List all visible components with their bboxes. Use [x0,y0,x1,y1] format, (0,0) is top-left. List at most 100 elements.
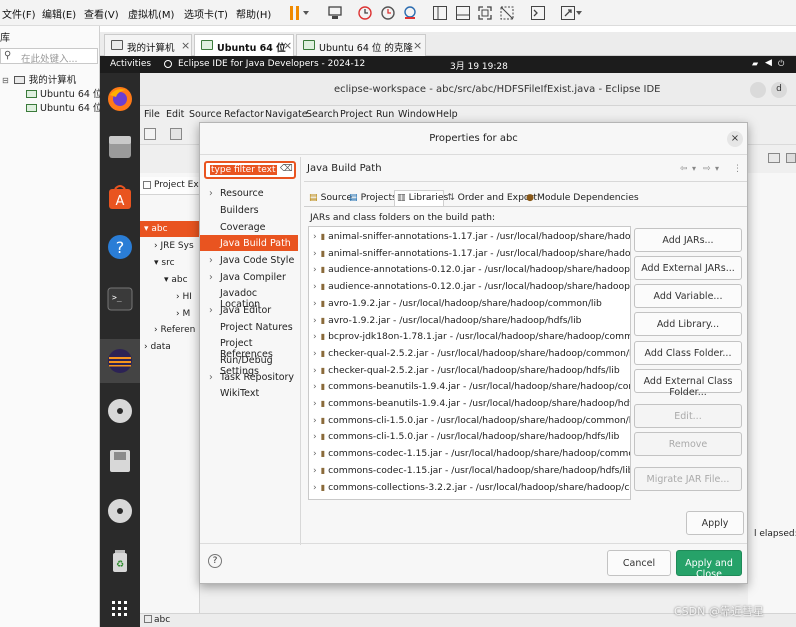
jre-node[interactable]: › JRE Sys [154,241,194,251]
sidebar-toggle-icon[interactable] [432,5,448,21]
clear-filter-icon[interactable]: ⌫ [280,164,293,174]
tab-my-computer[interactable]: 我的计算机 × [104,34,192,56]
menu-help[interactable]: 帮助(H) [236,6,271,21]
expand-icon[interactable]: › [313,248,317,259]
volume-icon[interactable]: ◀ [765,58,772,68]
menu-tabs[interactable]: 选项卡(T) [184,6,228,21]
menu-window[interactable]: Window [398,109,435,120]
jar-row[interactable]: › ▮ audience-annotations-0.12.0.jar - /usr… [313,264,630,281]
files-icon[interactable] [106,133,134,161]
back-icon[interactable]: ⇦ [680,164,688,174]
expand-icon[interactable]: › [313,348,317,359]
trash-icon[interactable]: ♻ [106,547,134,575]
jar-row[interactable]: › ▮ commons-codec-1.15.jar - /usr/local/ha… [313,465,630,482]
expand-icon[interactable]: › [313,381,317,392]
menu-edit[interactable]: 编辑(E) [42,6,76,21]
tab-order-export[interactable]: ⇅ Order and Export [447,192,537,203]
menu-project[interactable]: Project [340,109,373,120]
migrate-jar-button[interactable]: Migrate JAR File... [634,467,742,491]
revert-snapshot-icon[interactable] [380,5,396,21]
terminal-icon[interactable]: >_ [106,285,134,313]
snapshot-icon[interactable] [357,5,373,21]
tree-item-vm[interactable]: Ubuntu 64 位 [26,86,102,100]
menu-file[interactable]: File [144,109,160,120]
expand-icon[interactable]: › [313,365,317,376]
package-node[interactable]: ▾ abc [164,275,188,285]
send-keys-icon[interactable] [327,5,343,21]
menu-run[interactable]: Run [376,109,394,120]
menu-edit[interactable]: Edit [166,109,184,120]
expand-icon[interactable]: › [313,315,317,326]
file-node[interactable]: › M [176,309,190,319]
expand-icon[interactable]: › [313,298,317,309]
pause-icon[interactable] [287,5,303,21]
save-icon[interactable] [170,128,182,140]
forward-icon[interactable]: ⇨ [703,164,711,174]
activities-button[interactable]: Activities [110,59,151,69]
library-search[interactable]: ⚲ 在此处键入... [0,48,98,65]
minimize-button[interactable] [750,82,766,98]
expand-icon[interactable]: › [313,465,317,476]
jar-row[interactable]: › ▮ audience-annotations-0.12.0.jar - /usr… [313,281,630,298]
expand-icon[interactable]: › [313,231,317,242]
expand-icon[interactable]: › [313,331,317,342]
console-icon[interactable] [530,5,546,21]
forward-menu-icon[interactable]: ▾ [715,164,719,173]
nav-item-coverage[interactable]: Coverage [220,222,266,233]
add-library-button[interactable]: Add Library... [634,312,742,336]
apply-and-close-button[interactable]: Apply and Close [676,550,742,580]
nav-item-builders[interactable]: Builders [220,205,259,216]
expand-icon[interactable]: › [313,398,317,409]
jar-row[interactable]: › ▮ avro-1.9.2.jar - /usr/local/hadoop/sha… [313,315,582,332]
filter-input[interactable]: type filter text ⌫ [204,161,296,179]
tab-source[interactable]: ▤ Source [309,192,352,203]
jar-row[interactable]: › ▮ animal-sniffer-annotations-1.17.jar - … [313,231,630,248]
jar-row[interactable]: › ▮ checker-qual-2.5.2.jar - /usr/local/ha… [313,348,630,365]
add-external-jars-button[interactable]: Add External JARs... [634,256,742,280]
fullscreen-icon[interactable] [477,5,493,21]
app-grid-icon[interactable] [106,595,134,623]
jar-row[interactable]: › ▮ commons-beanutils-1.9.4.jar - /usr/loc… [313,398,630,415]
jar-row[interactable]: › ▮ animal-sniffer-annotations-1.17.jar - … [313,248,630,265]
menu-navigate[interactable]: Navigate [265,109,308,120]
src-node[interactable]: ▾ src [154,258,175,268]
help-icon[interactable]: ? [208,554,222,568]
cancel-button[interactable]: Cancel [607,550,671,576]
jar-row[interactable]: › ▮ commons-beanutils-1.9.4.jar - /usr/loc… [313,381,630,398]
nav-item-resource[interactable]: › Resource [209,188,264,199]
nav-item-java-compiler[interactable]: › Java Compiler [209,272,286,283]
expand-icon[interactable]: › [313,264,317,275]
power-icon[interactable]: ⏻ [778,59,784,69]
software-center-icon[interactable]: A [106,183,134,211]
jar-row[interactable]: › ▮ avro-1.9.2.jar - /usr/local/hadoop/sha… [313,298,602,315]
thumbnail-bar-icon[interactable] [455,5,471,21]
jar-row[interactable]: › ▮ commons-cli-1.5.0.jar - /usr/local/had… [313,415,630,432]
close-icon[interactable]: × [181,39,190,52]
edit-button[interactable]: Edit... [634,404,742,428]
chevron-down-icon[interactable] [303,5,311,21]
references-node[interactable]: › Referen [154,325,195,335]
add-jars-button[interactable]: Add JARs... [634,228,742,252]
expand-icon[interactable]: › [313,431,317,442]
menu-help[interactable]: Help [436,109,458,120]
menu-refactor[interactable]: Refactor [224,109,264,120]
jar-row[interactable]: › ▮ bcprov-jdk18on-1.78.1.jar - /usr/local… [313,331,630,348]
eclipse-icon[interactable] [106,347,134,375]
menu-view[interactable]: 查看(V) [84,6,119,21]
more-icon[interactable]: ⋮ [733,164,742,174]
perspective-java-icon[interactable] [786,153,796,163]
nav-item-java-editor[interactable]: › Java Editor [209,305,271,316]
tab-projects[interactable]: ▤ Projects [349,192,397,203]
expand-icon[interactable]: › [313,448,317,459]
chevron-down-icon[interactable] [576,5,584,21]
disc-icon[interactable] [106,397,134,425]
nav-item-wikitext[interactable]: WikiText [220,388,259,399]
expand-icon[interactable]: › [313,415,317,426]
expand-icon[interactable]: › [313,281,317,292]
data-node[interactable]: › data [144,342,171,352]
jar-row[interactable]: › ▮ commons-collections-3.2.2.jar - /usr/l… [313,482,630,499]
nav-item-java-code-style[interactable]: › Java Code Style [209,255,294,266]
perspective-icon[interactable] [768,153,780,163]
file-node[interactable]: › HI [176,292,192,302]
disc-icon[interactable] [106,497,134,525]
